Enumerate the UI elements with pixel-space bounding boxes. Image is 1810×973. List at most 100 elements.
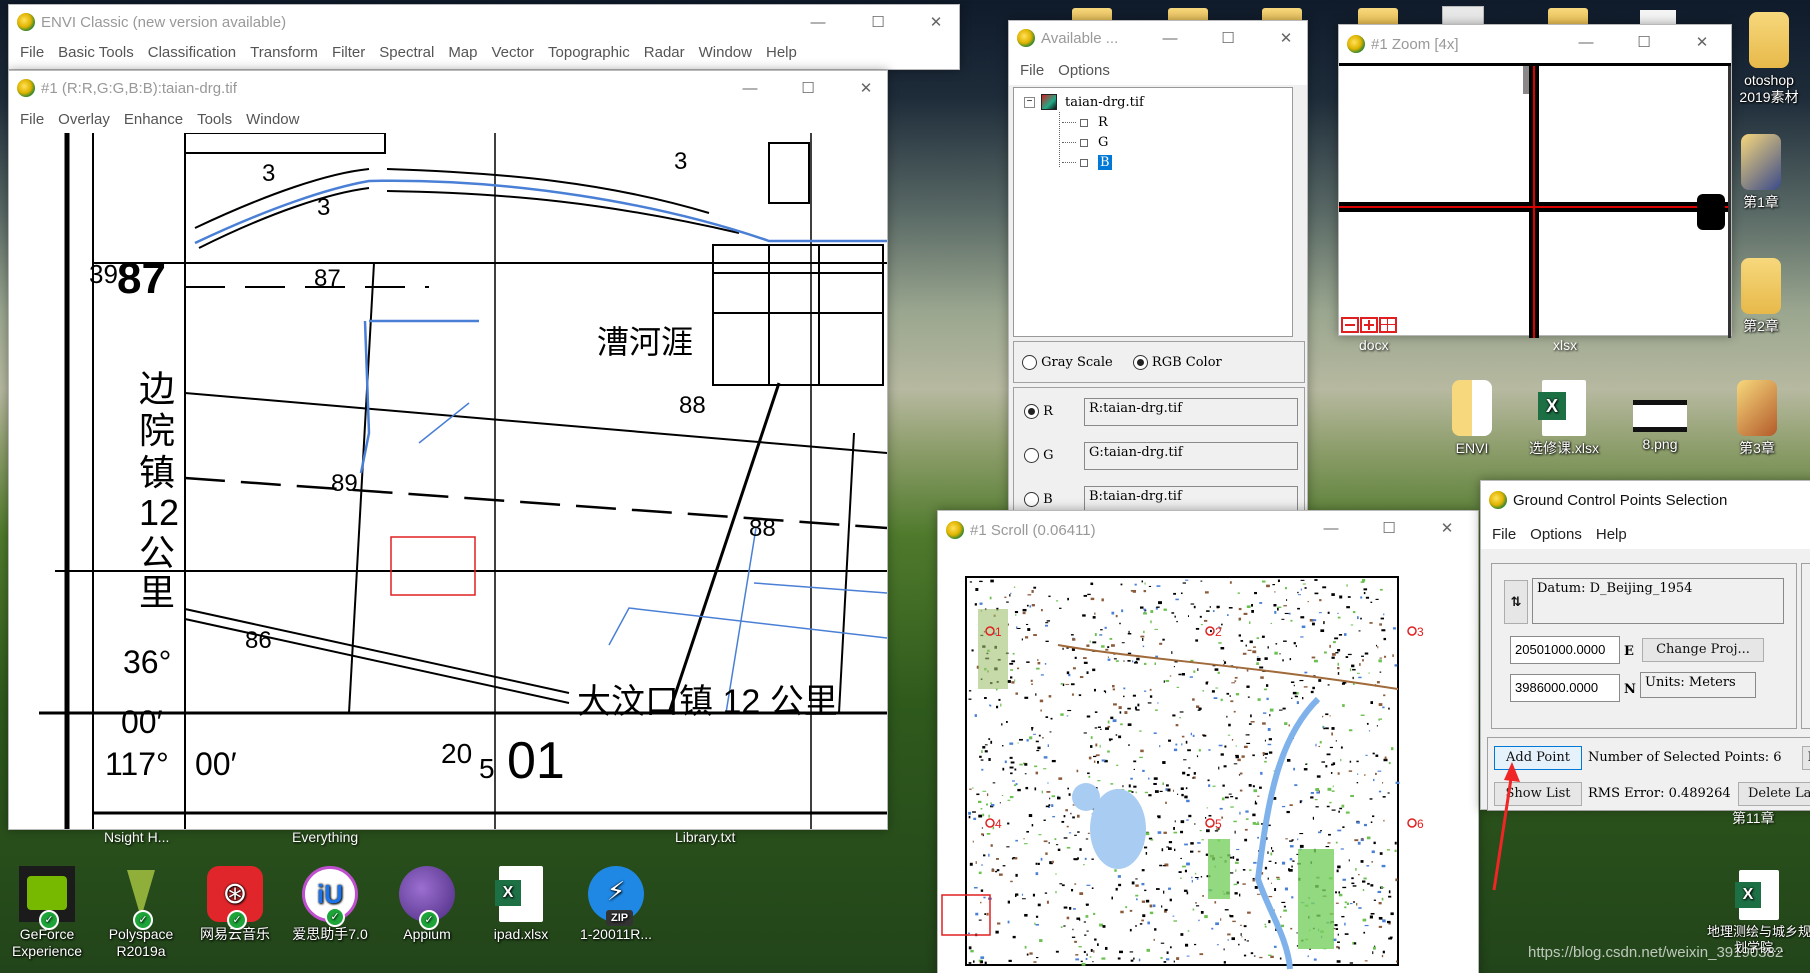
image-canvas[interactable]: 39 87 87 3 3 3 漕河涯 88 89 88 86 边 院 镇 12 … [9,133,887,829]
zoom-window-titlebar[interactable]: #1 Zoom [4x] — ☐ ✕ [1339,25,1731,63]
desktop-label-nsight[interactable]: Nsight H... [104,829,169,845]
menu-map[interactable]: Map [441,44,484,61]
desktop-icon-polyspace[interactable]: ✓ Polyspace R2019a [96,866,186,960]
menu-topographic[interactable]: Topographic [541,44,637,61]
band-checkbox[interactable] [1080,158,1088,167]
close-button[interactable]: ✕ [913,5,959,39]
gcp-window-titlebar[interactable]: Ground Control Points Selection [1481,481,1810,519]
desktop-icon-netease-music[interactable]: ⊛ ✓ 网易云音乐 [190,866,280,943]
desktop-icon-8-png[interactable]: 8.png [1615,380,1705,453]
minimize-button[interactable]: — [795,5,841,39]
menu-basic-tools[interactable]: Basic Tools [51,44,141,61]
menu-file[interactable]: File [1013,62,1051,79]
band-checkbox[interactable] [1080,138,1088,147]
menu-file[interactable]: File [13,44,51,61]
menu-window[interactable]: Window [692,44,759,61]
menu-window[interactable]: Window [239,111,306,128]
desktop-icon-excel-institute[interactable]: X 地理测绘与城乡规划学院... [1704,870,1810,955]
channel-r-field[interactable]: R:taian-drg.tif [1084,398,1298,426]
zoom-in-control-icon[interactable] [1360,317,1378,333]
desktop-icon-photoshop-2019[interactable]: otoshop 2019素材 [1724,12,1810,106]
menu-filter[interactable]: Filter [325,44,372,61]
scroll-overview-canvas[interactable]: 1 2 3 4 5 6 [938,549,1478,973]
desktop-label-everything[interactable]: Everything [292,829,358,845]
menu-help[interactable]: Help [759,44,804,61]
band-tree[interactable]: − taian-drg.tif R G B [1013,87,1293,337]
band-checkbox[interactable] [1080,118,1088,127]
image-window-titlebar[interactable]: #1 (R:R,G:G,B:B):taian-drg.tif — ☐ ✕ [9,71,887,105]
overview-texture-dot [1350,794,1354,798]
menu-tools[interactable]: Tools [190,111,239,128]
easting-input[interactable]: 20501000.0000 [1510,636,1620,664]
overview-texture-dot [1135,791,1137,794]
minimize-button[interactable]: — [727,71,773,105]
maximize-button[interactable]: ☐ [1205,21,1251,55]
menu-radar[interactable]: Radar [637,44,692,61]
overview-texture-dot [1276,876,1280,879]
menu-file[interactable]: File [13,111,51,128]
desktop-icon-chapter-3[interactable]: 第3章 [1712,380,1802,457]
collapse-icon[interactable]: − [1024,96,1035,108]
desktop-icon-ipad-xlsx[interactable]: X ipad.xlsx [476,866,566,943]
menu-file[interactable]: File [1485,526,1523,543]
desktop-label-docx[interactable]: docx [1359,337,1389,353]
zoom-canvas[interactable] [1339,63,1731,338]
desktop-icon-appium[interactable]: ✓ Appium [382,866,472,943]
scroll-window-titlebar[interactable]: #1 Scroll (0.06411) — ☐ ✕ [938,511,1478,549]
overview-texture-dot [1048,695,1052,698]
desktop-label-library-txt[interactable]: Library.txt [675,829,735,845]
grid-toggle-control-icon[interactable] [1379,317,1397,333]
close-button[interactable]: ✕ [843,71,889,105]
delete-last-button[interactable]: Delete Las [1738,782,1810,806]
menu-options[interactable]: Options [1051,62,1117,79]
menu-options[interactable]: Options [1523,526,1589,543]
maximize-button[interactable]: ☐ [785,71,831,105]
desktop-label-xlsx[interactable]: xlsx [1553,337,1577,353]
overview-texture-dot [1211,690,1215,693]
overview-texture-dot [1227,734,1231,736]
desktop-icon-zip[interactable]: ⚡ ZIP 1-20011R... [571,866,661,943]
channel-r-radio[interactable]: R [1024,404,1053,419]
desktop-icon-i4-assistant[interactable]: iU ✓ 爱思助手7.0 [285,866,375,943]
maximize-button[interactable]: ☐ [1621,25,1667,59]
channel-g-radio[interactable]: G [1024,448,1054,463]
desktop-icon-geforce[interactable]: ✓ GeForce Experience [2,866,92,960]
channel-g-field[interactable]: G:taian-drg.tif [1084,442,1298,470]
menu-overlay[interactable]: Overlay [51,111,117,128]
overview-texture-dot [1375,772,1377,775]
tree-band-item[interactable]: R [1062,115,1108,130]
maximize-button[interactable]: ☐ [855,5,901,39]
desktop-icon-xuanxiuke-xlsx[interactable]: X 选修课.xlsx [1519,380,1609,457]
menu-help[interactable]: Help [1589,526,1634,543]
tree-file-node[interactable]: − taian-drg.tif [1024,94,1144,110]
close-button[interactable]: ✕ [1679,25,1725,59]
close-button[interactable]: ✕ [1424,511,1470,545]
swap-direction-button[interactable]: ⇅ [1504,580,1528,624]
menu-classification[interactable]: Classification [141,44,243,61]
tree-band-item[interactable]: G [1062,135,1108,150]
gray-scale-radio[interactable]: Gray Scale [1022,354,1113,370]
menu-vector[interactable]: Vector [485,44,542,61]
overview-texture-dot [1242,869,1246,871]
change-projection-button[interactable]: Change Proj... [1642,638,1764,662]
desktop-label-chapter-11[interactable]: 第11章 [1732,808,1775,828]
overview-texture-dot [1093,760,1096,763]
menu-enhance[interactable]: Enhance [117,111,190,128]
minimize-button[interactable]: — [1147,21,1193,55]
minimize-button[interactable]: — [1308,511,1354,545]
rgb-color-radio[interactable]: RGB Color [1132,354,1222,370]
envi-classic-titlebar[interactable]: ENVI Classic (new version available) — ☐… [9,5,959,39]
close-button[interactable]: ✕ [1263,21,1309,55]
northing-input[interactable]: 3986000.0000 [1510,674,1620,702]
zoom-out-control-icon[interactable] [1341,317,1359,333]
overview-texture-dot [1101,598,1104,602]
tree-band-item-selected[interactable]: B [1062,155,1112,170]
channel-b-radio[interactable]: B [1024,492,1053,507]
maximize-button[interactable]: ☐ [1366,511,1412,545]
menu-transform[interactable]: Transform [243,44,325,61]
partial-button[interactable]: P [1802,746,1810,770]
desktop-icon-envi[interactable]: ENVI [1427,380,1517,457]
available-bands-titlebar[interactable]: Available ... — ☐ ✕ [1009,21,1307,55]
minimize-button[interactable]: — [1563,25,1609,59]
menu-spectral[interactable]: Spectral [372,44,441,61]
